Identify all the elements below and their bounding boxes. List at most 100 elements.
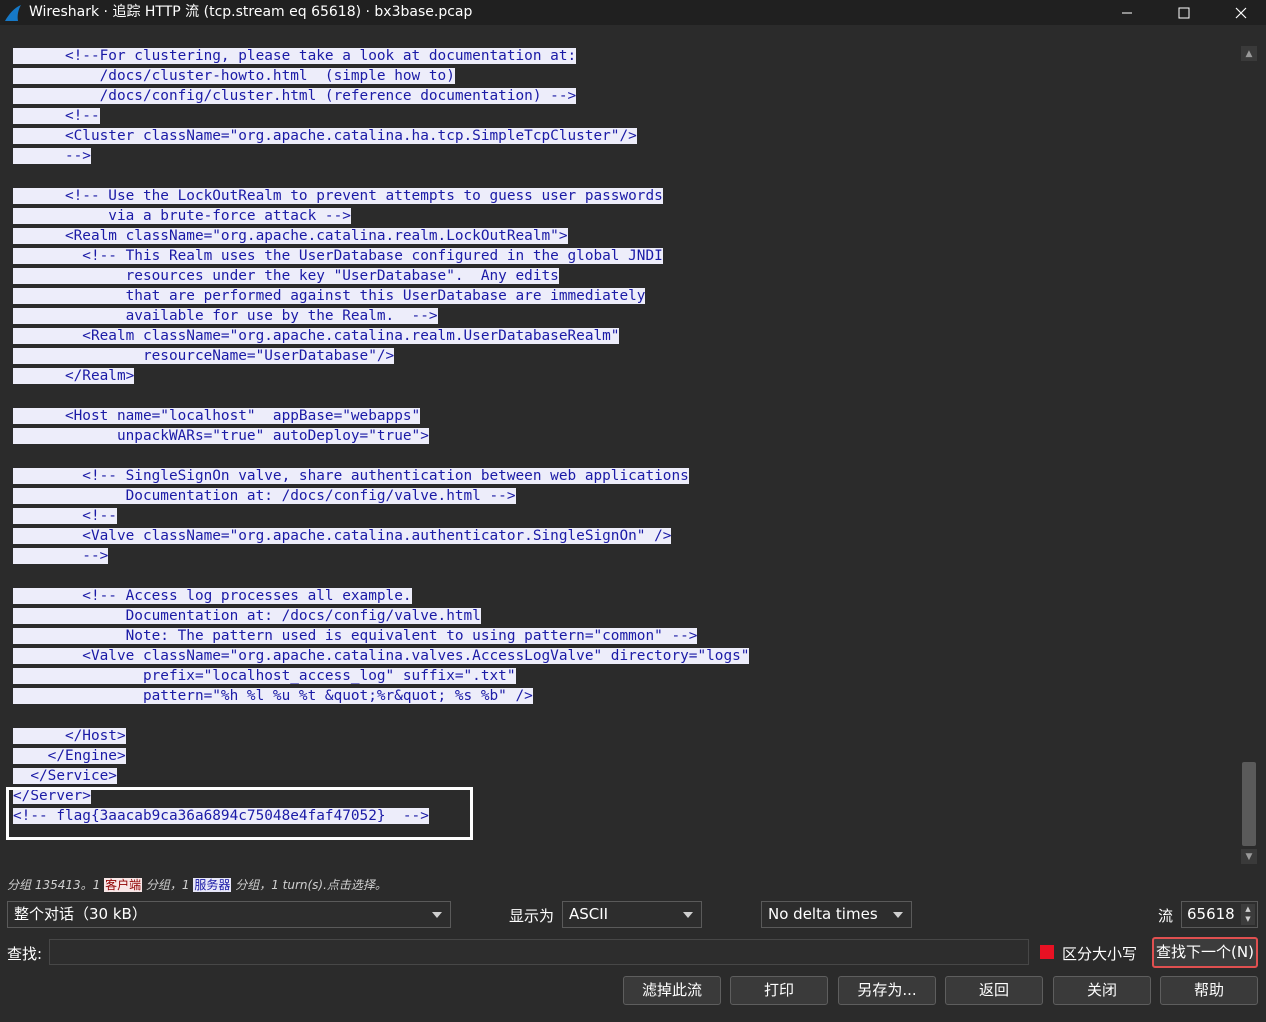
stream-line: <!-- flag{3aacab9ca36a6894c75048e4faf470… bbox=[13, 806, 429, 826]
stream-line-text: <Valve className="org.apache.catalina.au… bbox=[13, 528, 672, 544]
stream-line-text: <!-- SingleSignOn valve, share authentic… bbox=[13, 468, 689, 484]
show-as-select[interactable]: ASCII bbox=[562, 901, 702, 928]
stream-line-text bbox=[13, 566, 1240, 586]
stream-line-text: <Cluster className="org.apache.catalina.… bbox=[13, 128, 637, 144]
stream-line-text: <Host name="localhost" appBase="webapps" bbox=[13, 408, 421, 424]
stream-blank-line bbox=[13, 566, 1240, 586]
stream-line-text: </Host> bbox=[13, 728, 126, 744]
maximize-icon bbox=[1178, 7, 1190, 18]
stream-line-text: <!-- flag{3aacab9ca36a6894c75048e4faf470… bbox=[13, 808, 429, 824]
arrow-up-icon: ▲ bbox=[1245, 48, 1253, 59]
stream-line-text: pattern="%h %l %u %t &quot;%r&quot; %s %… bbox=[13, 688, 533, 704]
status-prefix: 分组 135413。1 bbox=[7, 878, 105, 892]
stream-line: <!-- bbox=[13, 506, 117, 526]
stream-line-text: that are performed against this UserData… bbox=[13, 288, 646, 304]
stream-line-text: /docs/config/cluster.html (reference doc… bbox=[13, 88, 577, 104]
scroll-down-button[interactable]: ▼ bbox=[1241, 849, 1257, 864]
stream-line: available for use by the Realm. --> bbox=[13, 306, 438, 326]
stream-line-text: </Server> bbox=[13, 788, 91, 804]
stream-line: <!--For clustering, please take a look a… bbox=[13, 46, 577, 66]
stream-line: <Valve className="org.apache.catalina.va… bbox=[13, 646, 750, 666]
back-button[interactable]: 返回 bbox=[945, 976, 1043, 1005]
stream-line: </Server> bbox=[13, 786, 91, 806]
stream-line: <Realm className="org.apache.catalina.re… bbox=[13, 326, 620, 346]
stream-line-text: </Realm> bbox=[13, 368, 135, 384]
stream-line: prefix="localhost_access_log" suffix=".t… bbox=[13, 666, 516, 686]
stream-line-text: prefix="localhost_access_log" suffix=".t… bbox=[13, 668, 516, 684]
server-tag: 服务器 bbox=[193, 878, 232, 892]
arrow-up-icon: ▲ bbox=[1245, 905, 1251, 913]
stream-line: resources under the key "UserDatabase". … bbox=[13, 266, 559, 286]
stream-number-stepper[interactable]: 65618 ▲ ▼ bbox=[1181, 901, 1258, 928]
stream-blank-line bbox=[13, 446, 1240, 466]
stream-content-view[interactable]: <!--For clustering, please take a look a… bbox=[0, 44, 1240, 866]
wireshark-fin-icon bbox=[5, 5, 21, 21]
window-title: Wireshark · 追踪 HTTP 流 (tcp.stream eq 656… bbox=[29, 4, 473, 20]
stream-line: <!-- bbox=[13, 106, 100, 126]
stream-line: pattern="%h %l %u %t &quot;%r&quot; %s %… bbox=[13, 686, 533, 706]
stream-line-text: <Realm className="org.apache.catalina.re… bbox=[13, 228, 568, 244]
stream-line-text: unpackWARs="true" autoDeploy="true"> bbox=[13, 428, 429, 444]
arrow-down-icon: ▼ bbox=[1245, 851, 1253, 862]
status-middle: 分组，1 bbox=[142, 878, 194, 892]
scroll-up-button[interactable]: ▲ bbox=[1241, 46, 1257, 61]
delta-times-select[interactable]: No delta times bbox=[761, 901, 912, 928]
help-button[interactable]: 帮助 bbox=[1160, 976, 1258, 1005]
minimize-button[interactable] bbox=[1104, 0, 1150, 25]
stream-line-text bbox=[13, 166, 1240, 186]
close-icon bbox=[1235, 7, 1247, 18]
maximize-button[interactable] bbox=[1161, 0, 1207, 25]
stream-line-text: --> bbox=[13, 148, 91, 164]
print-button[interactable]: 打印 bbox=[730, 976, 828, 1005]
find-next-button[interactable]: 查找下一个(N) bbox=[1152, 937, 1258, 968]
stream-line: /docs/config/cluster.html (reference doc… bbox=[13, 86, 577, 106]
stream-line-text: <!-- Use the LockOutRealm to prevent att… bbox=[13, 188, 663, 204]
case-sensitive-label[interactable]: 区分大小写 bbox=[1062, 943, 1137, 964]
stream-line: via a brute-force attack --> bbox=[13, 206, 351, 226]
stream-line: </Realm> bbox=[13, 366, 135, 386]
vertical-scrollbar[interactable]: ▲ ▼ bbox=[1240, 44, 1258, 866]
stream-line: <!-- This Realm uses the UserDatabase co… bbox=[13, 246, 663, 266]
stream-line: Note: The pattern used is equivalent to … bbox=[13, 626, 698, 646]
stream-line-text: <Realm className="org.apache.catalina.re… bbox=[13, 328, 620, 344]
show-as-label: 显示为 bbox=[509, 907, 555, 925]
scroll-thumb[interactable] bbox=[1242, 762, 1256, 846]
stream-line-text: via a brute-force attack --> bbox=[13, 208, 351, 224]
stream-line-text: <!-- bbox=[13, 108, 100, 124]
stream-line-text: available for use by the Realm. --> bbox=[13, 308, 438, 324]
stream-line-text: --> bbox=[13, 548, 109, 564]
stream-line-text bbox=[13, 706, 1240, 726]
stream-line-text: resourceName="UserDatabase"/> bbox=[13, 348, 395, 364]
stream-line: <Host name="localhost" appBase="webapps" bbox=[13, 406, 421, 426]
stream-line: <Valve className="org.apache.catalina.au… bbox=[13, 526, 672, 546]
stream-line: <!-- Access log processes all example. bbox=[13, 586, 412, 606]
stream-line-text: <!--For clustering, please take a look a… bbox=[13, 48, 577, 64]
close-button[interactable]: 关闭 bbox=[1053, 976, 1151, 1005]
chevron-down-icon bbox=[683, 912, 693, 918]
stream-line-text: /docs/cluster-howto.html (simple how to) bbox=[13, 68, 455, 84]
stream-line-text bbox=[13, 386, 1240, 406]
conversation-select[interactable]: 整个对话（30 kB） bbox=[7, 901, 451, 928]
stream-blank-line bbox=[13, 386, 1240, 406]
packet-status: 分组 135413。1 客户端 分组，1 服务器 分组，1 turn(s).点击… bbox=[7, 876, 387, 893]
stream-line-text: <!-- Access log processes all example. bbox=[13, 588, 412, 604]
stepper-arrows[interactable]: ▲ ▼ bbox=[1241, 904, 1255, 925]
case-sensitive-checkbox[interactable] bbox=[1040, 945, 1054, 959]
minimize-icon bbox=[1122, 12, 1132, 13]
stream-line-text: resources under the key "UserDatabase". … bbox=[13, 268, 559, 284]
stream-line: unpackWARs="true" autoDeploy="true"> bbox=[13, 426, 429, 446]
close-window-button[interactable] bbox=[1218, 0, 1264, 25]
stream-line-text: Note: The pattern used is equivalent to … bbox=[13, 628, 698, 644]
stream-line: that are performed against this UserData… bbox=[13, 286, 646, 306]
stream-line: <Realm className="org.apache.catalina.re… bbox=[13, 226, 568, 246]
stream-line: <Cluster className="org.apache.catalina.… bbox=[13, 126, 637, 146]
filter-out-stream-button[interactable]: 滤掉此流 bbox=[623, 976, 721, 1005]
stream-blank-line bbox=[13, 166, 1240, 186]
stream-line: Documentation at: /docs/config/valve.htm… bbox=[13, 606, 481, 626]
find-label: 查找: bbox=[7, 945, 43, 963]
stream-line-text bbox=[13, 446, 1240, 466]
stream-line-text: <!-- This Realm uses the UserDatabase co… bbox=[13, 248, 663, 264]
save-as-button[interactable]: 另存为... bbox=[838, 976, 936, 1005]
stream-label: 流 bbox=[1158, 907, 1174, 925]
find-input[interactable] bbox=[49, 939, 1029, 965]
